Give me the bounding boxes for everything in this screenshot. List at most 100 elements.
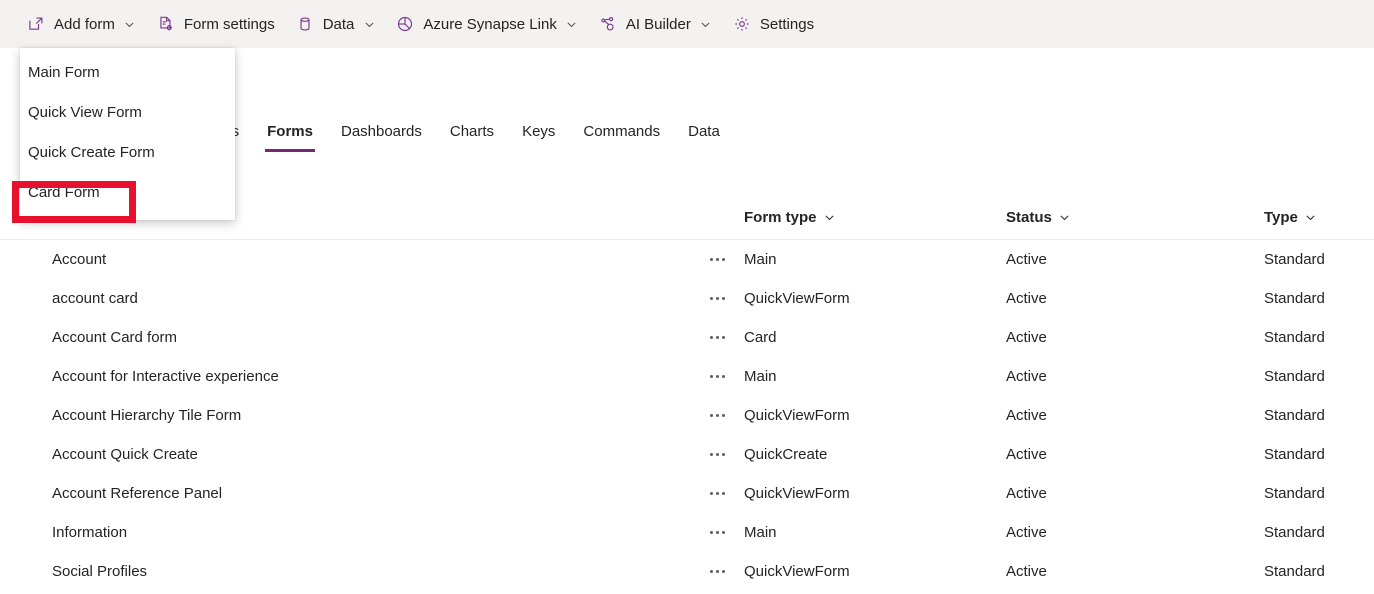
cell-status: Active bbox=[1006, 407, 1047, 424]
cell-type: Standard bbox=[1264, 446, 1325, 463]
column-header-type[interactable]: Type bbox=[1264, 209, 1374, 226]
column-header-status[interactable]: Status bbox=[1006, 209, 1264, 226]
tab-charts[interactable]: Charts bbox=[436, 112, 508, 152]
cell-type: Standard bbox=[1264, 251, 1325, 268]
settings-button[interactable]: Settings bbox=[722, 0, 824, 48]
cell-form-type: QuickViewForm bbox=[744, 485, 850, 502]
cell-row-actions bbox=[690, 525, 744, 540]
grid-body: Account Main Active Standard account card Qui… bbox=[0, 240, 1374, 591]
cell-form-type: Main bbox=[744, 251, 777, 268]
azure-synapse-link-icon bbox=[395, 14, 415, 34]
more-options-icon[interactable] bbox=[706, 330, 729, 345]
more-options-icon[interactable] bbox=[706, 447, 729, 462]
column-header-form-type-label: Form type bbox=[744, 209, 817, 226]
chevron-down-icon[interactable] bbox=[124, 18, 136, 30]
cell-type: Standard bbox=[1264, 368, 1325, 385]
tab-commands[interactable]: Commands bbox=[569, 112, 674, 152]
ai-builder-icon bbox=[598, 14, 618, 34]
more-options-icon[interactable] bbox=[706, 564, 729, 579]
azure-synapse-link-button[interactable]: Azure Synapse Link bbox=[385, 0, 587, 48]
cell-form-type: QuickViewForm bbox=[744, 290, 850, 307]
cell-status: Active bbox=[1006, 251, 1047, 268]
more-options-icon[interactable] bbox=[706, 408, 729, 423]
cell-status: Active bbox=[1006, 290, 1047, 307]
cell-status: Active bbox=[1006, 563, 1047, 580]
cell-row-actions bbox=[690, 447, 744, 462]
cell-form-name[interactable]: Account for Interactive experience bbox=[0, 368, 690, 385]
tab-dashboards[interactable]: Dashboards bbox=[327, 112, 436, 152]
cell-row-actions bbox=[690, 369, 744, 384]
cell-form-type: QuickCreate bbox=[744, 446, 828, 463]
cell-status: Active bbox=[1006, 446, 1047, 463]
table-row[interactable]: Account Card form Card Active Standard bbox=[0, 318, 1374, 357]
cell-form-name[interactable]: Account Hierarchy Tile Form bbox=[0, 407, 690, 424]
tab-keys[interactable]: Keys bbox=[508, 112, 569, 152]
cell-row-actions bbox=[690, 408, 744, 423]
dropdown-item-card-form[interactable]: Card Form bbox=[20, 172, 235, 212]
table-row[interactable]: Account Hierarchy Tile Form QuickViewForm… bbox=[0, 396, 1374, 435]
add-form-label: Add form bbox=[54, 15, 115, 33]
column-header-form-type[interactable]: Form type bbox=[744, 209, 1006, 226]
cell-form-type: QuickViewForm bbox=[744, 563, 850, 580]
cell-row-actions bbox=[690, 252, 744, 267]
form-settings-icon bbox=[156, 14, 176, 34]
table-row[interactable]: Information Main Active Standard bbox=[0, 513, 1374, 552]
cell-form-name[interactable]: Information bbox=[0, 524, 690, 541]
more-options-icon[interactable] bbox=[706, 252, 729, 267]
ai-builder-button[interactable]: AI Builder bbox=[588, 0, 722, 48]
form-settings-button[interactable]: Form settings bbox=[146, 0, 285, 48]
chevron-down-icon[interactable] bbox=[566, 18, 578, 30]
more-options-icon[interactable] bbox=[706, 291, 729, 306]
cell-status: Active bbox=[1006, 368, 1047, 385]
gear-icon bbox=[732, 14, 752, 34]
tab-data[interactable]: Data bbox=[674, 112, 734, 152]
cell-type: Standard bbox=[1264, 563, 1325, 580]
cell-status: Active bbox=[1006, 329, 1047, 346]
more-options-icon[interactable] bbox=[706, 486, 729, 501]
more-options-icon[interactable] bbox=[706, 525, 729, 540]
cell-type: Standard bbox=[1264, 407, 1325, 424]
cell-form-name[interactable]: Account Card form bbox=[0, 329, 690, 346]
chevron-down-icon[interactable] bbox=[1305, 212, 1317, 224]
cell-row-actions bbox=[690, 486, 744, 501]
add-form-dropdown-menu: Main Form Quick View Form Quick Create F… bbox=[20, 48, 235, 220]
chevron-down-icon[interactable] bbox=[700, 18, 712, 30]
cell-form-type: QuickViewForm bbox=[744, 407, 850, 424]
dropdown-item-quick-view-form[interactable]: Quick View Form bbox=[20, 92, 235, 132]
chevron-down-icon[interactable] bbox=[824, 212, 836, 224]
table-row[interactable]: Account for Interactive experience Main Ac… bbox=[0, 357, 1374, 396]
table-row[interactable]: account card QuickViewForm Active Standard bbox=[0, 279, 1374, 318]
data-label: Data bbox=[322, 15, 355, 33]
more-options-icon[interactable] bbox=[706, 369, 729, 384]
cell-type: Standard bbox=[1264, 329, 1325, 346]
dropdown-item-main-form[interactable]: Main Form bbox=[20, 52, 235, 92]
column-header-status-label: Status bbox=[1006, 209, 1052, 226]
add-form-button[interactable]: Add form bbox=[16, 0, 146, 48]
cell-form-name[interactable]: Account bbox=[0, 251, 690, 268]
cell-form-name[interactable]: account card bbox=[0, 290, 690, 307]
azure-synapse-link-label: Azure Synapse Link bbox=[423, 15, 557, 33]
cell-type: Standard bbox=[1264, 524, 1325, 541]
dropdown-item-quick-create-form[interactable]: Quick Create Form bbox=[20, 132, 235, 172]
table-row[interactable]: Account Reference Panel QuickViewForm Acti… bbox=[0, 474, 1374, 513]
cell-form-name[interactable]: Social Profiles bbox=[0, 563, 690, 580]
column-header-type-label: Type bbox=[1264, 209, 1298, 226]
cell-row-actions bbox=[690, 291, 744, 306]
cell-form-name[interactable]: Account Reference Panel bbox=[0, 485, 690, 502]
chevron-down-icon[interactable] bbox=[1059, 212, 1071, 224]
forms-grid: Form type Status Type Account Main Activ… bbox=[0, 196, 1374, 591]
table-row[interactable]: Account Main Active Standard bbox=[0, 240, 1374, 279]
tab-forms[interactable]: Forms bbox=[253, 112, 327, 152]
chevron-down-icon[interactable] bbox=[363, 18, 375, 30]
ai-builder-label: AI Builder bbox=[625, 15, 691, 33]
data-button[interactable]: Data bbox=[285, 0, 386, 48]
forms-list-page: Add form Form settings Data Azure Synaps… bbox=[0, 0, 1374, 594]
cell-row-actions bbox=[690, 564, 744, 579]
cell-status: Active bbox=[1006, 524, 1047, 541]
table-row[interactable]: Social Profiles QuickViewForm Active Standa… bbox=[0, 552, 1374, 591]
cell-form-type: Card bbox=[744, 329, 777, 346]
cell-type: Standard bbox=[1264, 290, 1325, 307]
database-icon bbox=[295, 14, 315, 34]
table-row[interactable]: Account Quick Create QuickCreate Active Sta… bbox=[0, 435, 1374, 474]
cell-form-name[interactable]: Account Quick Create bbox=[0, 446, 690, 463]
